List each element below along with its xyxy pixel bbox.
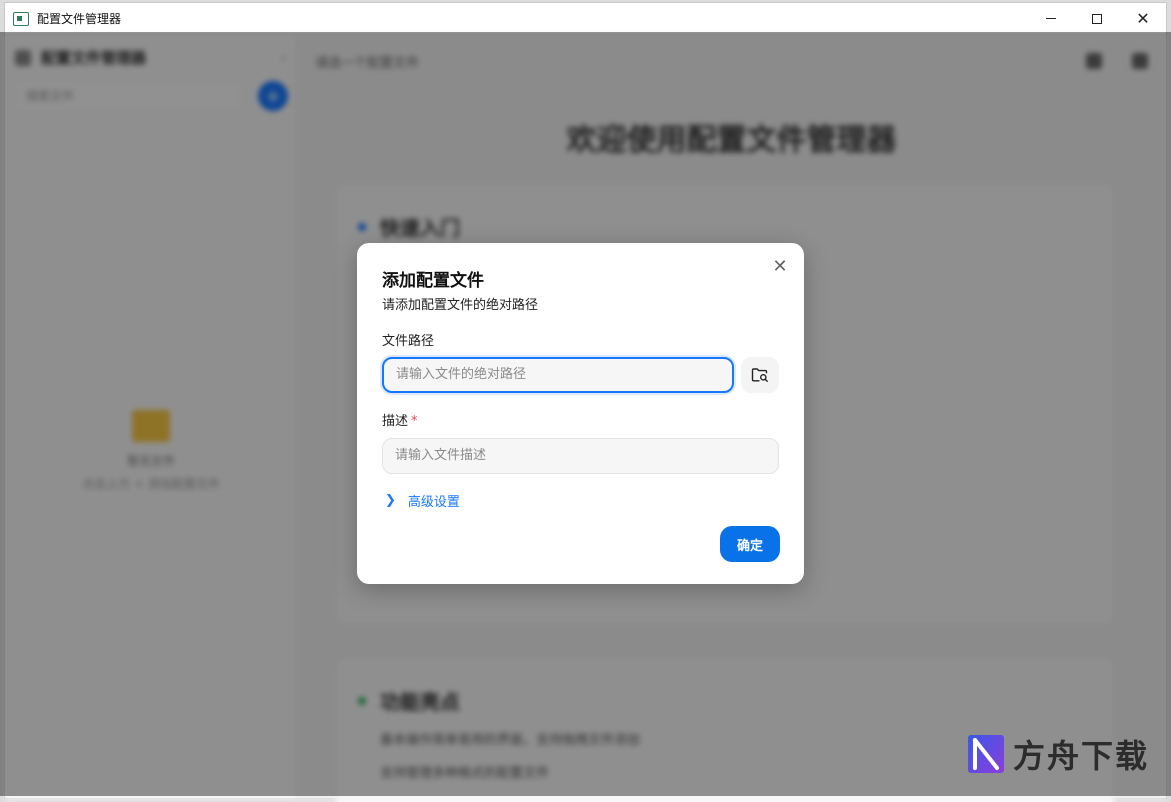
browse-folder-button[interactable] — [741, 357, 779, 393]
dialog-subtitle: 请添加配置文件的绝对路径 — [382, 298, 539, 313]
chevron-right-icon: ❯ — [385, 493, 396, 508]
required-marker: * — [411, 414, 418, 429]
window-controls: ✕ — [1028, 3, 1166, 34]
window-title: 配置文件管理器 — [37, 12, 122, 26]
advanced-settings-toggle[interactable]: ❯ 高级设置 — [382, 491, 460, 510]
close-icon: ✕ — [1136, 9, 1150, 28]
advanced-label: 高级设置 — [407, 495, 460, 510]
app-icon — [13, 11, 29, 26]
maximize-icon — [1092, 13, 1102, 24]
close-window-button[interactable]: ✕ — [1120, 3, 1166, 34]
watermark: 方舟下载 — [967, 731, 1149, 777]
desc-label-text: 描述 — [382, 414, 409, 429]
minimize-button[interactable] — [1028, 3, 1074, 34]
path-label: 文件路径 — [382, 334, 435, 349]
add-config-dialog: ✕ 添加配置文件 请添加配置文件的绝对路径 文件路径 请输入文件的绝对路径 描述… — [357, 243, 804, 584]
watermark-logo-icon — [968, 735, 1004, 773]
dialog-close-button[interactable]: ✕ — [772, 256, 788, 277]
folder-search-icon — [751, 368, 768, 382]
close-icon: ✕ — [772, 256, 788, 277]
minimize-icon — [1046, 18, 1056, 19]
dialog-title: 添加配置文件 — [382, 271, 484, 291]
path-input[interactable]: 请输入文件的绝对路径 — [382, 357, 734, 393]
watermark-text: 方舟下载 — [1013, 737, 1150, 775]
maximize-button[interactable] — [1074, 3, 1120, 34]
confirm-button[interactable]: 确定 — [720, 526, 780, 562]
desc-input[interactable]: 请输入文件描述 — [382, 438, 779, 474]
title-bar: 配置文件管理器 ✕ — [5, 3, 1166, 35]
desc-label: 描述 * — [382, 410, 418, 429]
